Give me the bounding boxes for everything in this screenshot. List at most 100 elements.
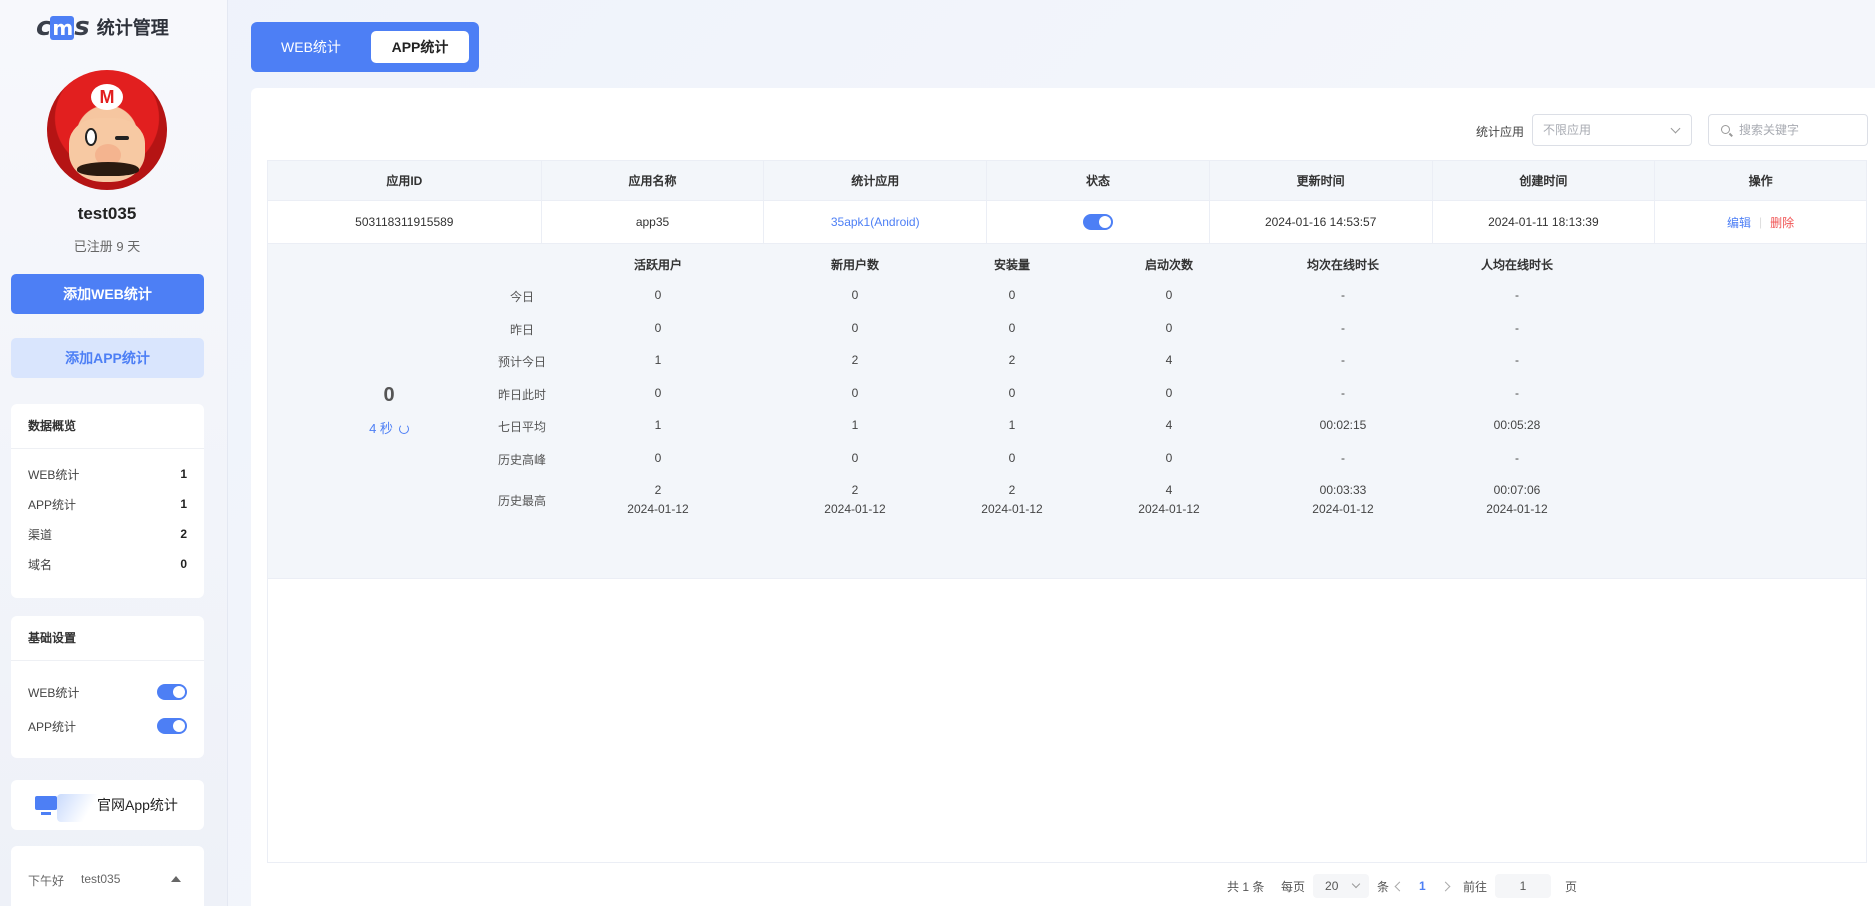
search-input[interactable]: 搜索关键字 <box>1708 114 1868 146</box>
chevron-down-icon <box>1351 879 1361 889</box>
status-toggle[interactable] <box>1082 214 1113 230</box>
tab-app-stats[interactable]: APP统计 <box>371 31 469 63</box>
overview-item-channel[interactable]: 渠道 2 <box>11 519 204 549</box>
app-stat-toggle[interactable] <box>157 718 187 734</box>
filter-label: 统计应用 <box>1476 125 1525 139</box>
metric-value: 2 <box>1008 353 1016 367</box>
col-stat-app[interactable]: 统计应用 <box>764 161 988 200</box>
add-app-stat-button[interactable]: 添加APP统计 <box>11 338 204 378</box>
metric-max-date: 2024-01-12 <box>981 502 1043 516</box>
avatar-wink <box>115 136 129 140</box>
metric-value: 0 <box>654 288 662 302</box>
cell-created: 2024-01-11 18:13:39 <box>1433 201 1656 243</box>
metric-column-header: 均次在线时长 <box>1306 258 1380 272</box>
promo-decoration <box>57 794 101 822</box>
logo[interactable]: c ms 统计管理 <box>36 12 169 42</box>
overview-title: 数据概览 <box>11 404 204 449</box>
col-app-id[interactable]: 应用ID <box>268 161 542 200</box>
metric-value: - <box>1341 353 1345 367</box>
overview-label: WEB统计 <box>28 467 80 482</box>
avatar-mustache <box>77 162 139 176</box>
app-filter-select[interactable]: 不限应用 <box>1532 114 1692 146</box>
metric-value: 0 <box>851 451 859 465</box>
metric-max-date: 2024-01-12 <box>1138 502 1200 516</box>
metric-row-label: 预计今日 <box>497 355 547 369</box>
page-size: 每页 20 条 <box>1281 872 1389 900</box>
refresh-timer[interactable]: 4 秒 <box>314 418 464 437</box>
prev-page-icon[interactable] <box>1394 881 1405 891</box>
metric-max-date: 2024-01-12 <box>1486 502 1548 516</box>
metric-value: - <box>1515 353 1519 367</box>
page-size-value: 20 <box>1325 879 1339 893</box>
add-web-stat-button[interactable]: 添加WEB统计 <box>11 274 204 314</box>
current-page[interactable]: 1 <box>1419 879 1426 893</box>
logo-mark: c ms <box>36 12 90 42</box>
stat-type-tabs: WEB统计 APP统计 <box>251 22 479 72</box>
main-panel: 统计应用 不限应用 搜索关键字 应用ID 应用名称 统计应用 状态 更新时间 创… <box>251 88 1875 906</box>
caret-up-icon[interactable] <box>171 876 181 882</box>
tab-web-stats[interactable]: WEB统计 <box>269 31 353 63</box>
metric-column-header: 启动次数 <box>1144 258 1194 272</box>
pagination-total: 共 1 条 <box>1227 872 1264 900</box>
metric-value: 00:05:28 <box>1493 418 1541 432</box>
metric-value: 0 <box>1165 321 1173 335</box>
col-app-name[interactable]: 应用名称 <box>542 161 765 200</box>
metric-value: 0 <box>851 321 859 335</box>
metric-value: 0 <box>1165 288 1173 302</box>
next-page-icon[interactable] <box>1440 881 1451 891</box>
search-icon <box>1721 125 1730 134</box>
metric-value: 1 <box>851 418 859 432</box>
table-row[interactable]: 503118311915589 app35 35apk1(Android) 20… <box>268 201 1866 244</box>
search-placeholder: 搜索关键字 <box>1739 123 1800 137</box>
cell-actions: 编辑 | 删除 <box>1655 201 1866 243</box>
metric-value: 1 <box>654 418 662 432</box>
metric-max-value: 2 <box>1008 483 1016 497</box>
col-actions[interactable]: 操作 <box>1655 161 1866 200</box>
overview-card: 数据概览 WEB统计 1 APP统计 1 渠道 2 域名 0 <box>11 404 204 598</box>
stat-app-link[interactable]: 35apk1(Android) <box>831 215 920 229</box>
cell-app-id: 503118311915589 <box>268 201 542 243</box>
metric-value: 2 <box>851 353 859 367</box>
metric-value: - <box>1341 321 1345 335</box>
metric-value: - <box>1341 451 1345 465</box>
col-status[interactable]: 状态 <box>987 161 1210 200</box>
greeting-user: test035 <box>81 872 121 886</box>
col-updated[interactable]: 更新时间 <box>1210 161 1433 200</box>
overview-label: 渠道 <box>28 527 53 542</box>
metric-value: 0 <box>1165 451 1173 465</box>
app-table: 应用ID 应用名称 统计应用 状态 更新时间 创建时间 操作 503118311… <box>267 160 1867 863</box>
overview-item-domain[interactable]: 域名 0 <box>11 549 204 579</box>
col-created[interactable]: 创建时间 <box>1433 161 1656 200</box>
page-unit: 页 <box>1565 879 1578 894</box>
user-menu[interactable]: 下午好 test035 <box>11 846 204 906</box>
metric-value: 0 <box>1008 321 1016 335</box>
metric-max-value: 2 <box>851 483 859 497</box>
metric-value: 1 <box>1008 418 1016 432</box>
avatar[interactable]: M <box>47 70 167 190</box>
metric-max-date: 2024-01-12 <box>627 502 689 516</box>
table-header: 应用ID 应用名称 统计应用 状态 更新时间 创建时间 操作 <box>268 161 1866 201</box>
web-stat-toggle[interactable] <box>157 684 187 700</box>
metric-max-value: 00:07:06 <box>1493 483 1541 497</box>
metric-value: 0 <box>1008 451 1016 465</box>
sidebar: c ms 统计管理 M test035 已注册 9 天 添加WEB统计 添加APP… <box>0 0 228 906</box>
refresh-text: 4 秒 <box>369 421 393 436</box>
page-size-select[interactable]: 20 <box>1313 874 1370 898</box>
settings-card: 基础设置 WEB统计 APP统计 <box>11 616 204 758</box>
official-app-promo[interactable]: 官网App统计 <box>11 780 204 830</box>
metric-value: - <box>1515 321 1519 335</box>
edit-link[interactable]: 编辑 <box>1727 214 1751 231</box>
username: test035 <box>77 204 137 223</box>
delete-link[interactable]: 删除 <box>1770 214 1794 231</box>
metric-row-label: 昨日 <box>509 323 535 337</box>
overview-item-web[interactable]: WEB统计 1 <box>11 459 204 489</box>
metric-value: 0 <box>851 386 859 400</box>
refresh-icon[interactable] <box>398 424 409 434</box>
overview-item-app[interactable]: APP统计 1 <box>11 489 204 519</box>
cap-badge: M <box>91 84 123 110</box>
page-jump-input[interactable]: 1 <box>1495 874 1552 898</box>
cell-updated: 2024-01-16 14:53:57 <box>1210 201 1433 243</box>
monitor-icon <box>35 796 57 815</box>
logo-text: 统计管理 <box>96 18 169 38</box>
chevron-down-icon <box>1670 123 1681 134</box>
